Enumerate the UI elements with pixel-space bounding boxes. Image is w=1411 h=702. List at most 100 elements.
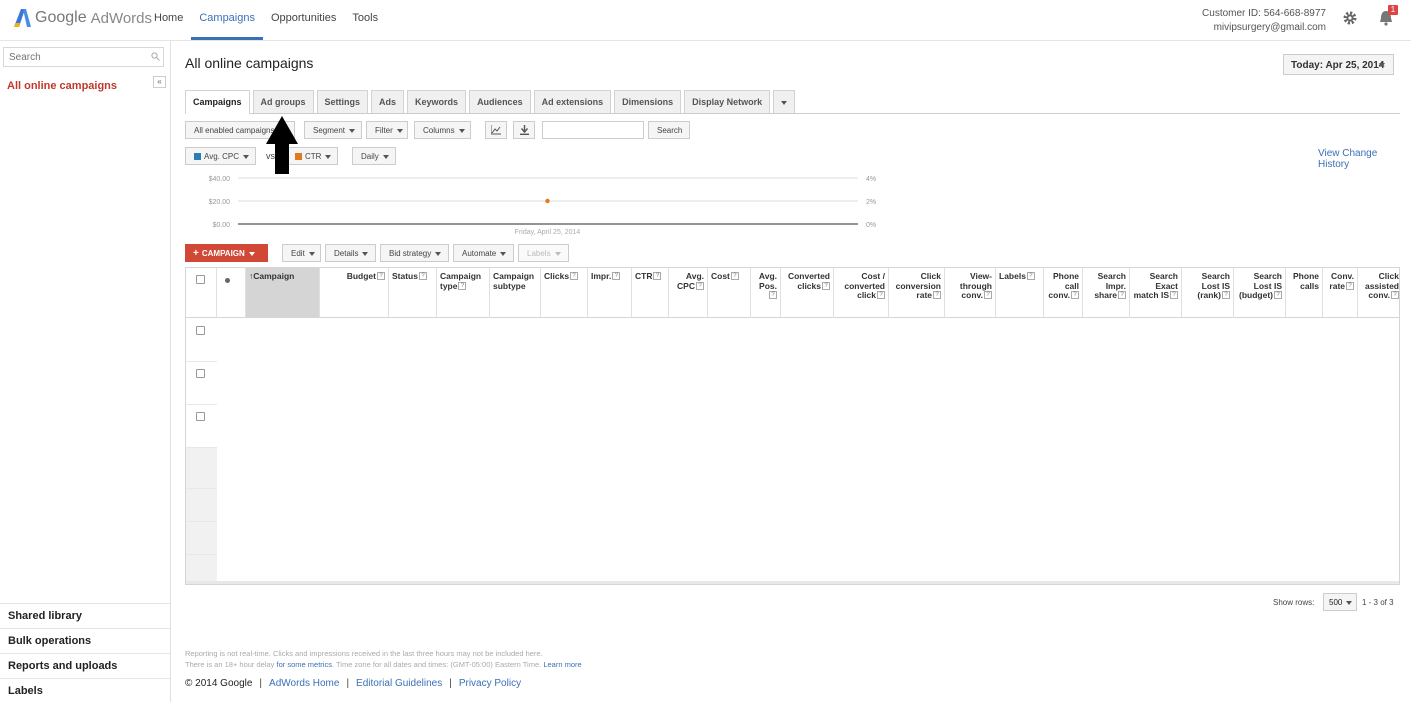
tab-keywords[interactable]: Keywords: [407, 90, 467, 113]
help-icon[interactable]: ?: [933, 291, 941, 299]
column-header-search-lost-is-budget[interactable]: Search Lost IS (budget)?: [1234, 268, 1286, 318]
customer-info[interactable]: Customer ID: 564-668-8977 mivipsurgery@g…: [1202, 7, 1326, 35]
edit-dropdown[interactable]: Edit: [282, 244, 321, 262]
column-header-view-through-conv[interactable]: View-through conv.?: [945, 268, 996, 318]
chart-period-dropdown[interactable]: Daily: [352, 147, 396, 165]
help-icon[interactable]: ?: [418, 272, 427, 280]
labels-dropdown[interactable]: Labels: [518, 244, 569, 262]
column-header-campaign-subtype[interactable]: Campaign subtype: [490, 268, 541, 318]
help-icon[interactable]: ?: [822, 281, 830, 290]
collapse-sidebar-button[interactable]: «: [153, 76, 166, 88]
tab-ads[interactable]: Ads: [371, 90, 405, 113]
help-icon[interactable]: ?: [769, 291, 777, 299]
search-icon[interactable]: [151, 52, 160, 61]
help-icon[interactable]: ?: [1346, 281, 1354, 290]
column-header-conv-rate[interactable]: Conv. rate?: [1323, 268, 1358, 318]
row-checkbox[interactable]: [196, 326, 205, 335]
help-icon[interactable]: ?: [1071, 291, 1079, 299]
segment-dropdown[interactable]: Segment: [304, 121, 362, 139]
column-header-click-assisted-conv[interactable]: Click assisted conv.?: [1358, 268, 1399, 318]
help-icon[interactable]: ?: [570, 272, 579, 280]
help-icon[interactable]: ?: [653, 272, 662, 280]
filter-dropdown[interactable]: Filter: [366, 121, 408, 139]
details-dropdown[interactable]: Details: [325, 244, 376, 262]
learn-more-link[interactable]: Learn more: [543, 660, 581, 669]
some-metrics-link[interactable]: for some metrics: [277, 660, 332, 669]
sidebar-search-input[interactable]: [3, 47, 164, 67]
sidebar-item-all-online-campaigns[interactable]: All online campaigns: [7, 80, 117, 92]
help-icon[interactable]: ?: [877, 291, 885, 299]
columns-dropdown[interactable]: Columns: [414, 121, 471, 139]
tab-ad-groups[interactable]: Ad groups: [252, 90, 314, 113]
bid-strategy-dropdown[interactable]: Bid strategy: [380, 244, 449, 262]
tab-campaigns[interactable]: Campaigns: [185, 90, 250, 114]
footer-separator: |: [449, 678, 452, 689]
column-header-status[interactable]: Status?: [389, 268, 437, 318]
column-header-budget[interactable]: Budget?: [320, 268, 389, 318]
add-campaign-button[interactable]: + CAMPAIGN: [185, 244, 268, 262]
tab-ad-extensions[interactable]: Ad extensions: [533, 90, 612, 113]
table-search-button[interactable]: Search: [648, 121, 690, 139]
view-change-history-link[interactable]: View Change History: [1318, 148, 1411, 170]
date-range-dropdown[interactable]: Today: Apr 25, 2014: [1283, 54, 1394, 75]
tab-settings[interactable]: Settings: [316, 90, 369, 113]
column-header-cost-converted-click[interactable]: Cost / converted click?: [834, 268, 889, 318]
table-search-input[interactable]: [542, 121, 644, 139]
column-header-ctr[interactable]: CTR?: [632, 268, 669, 318]
chart-metric1-dropdown[interactable]: Avg. CPC: [185, 147, 256, 165]
sidebar-item-labels[interactable]: Labels: [0, 678, 170, 702]
adwords-home-link[interactable]: AdWords Home: [269, 678, 339, 689]
row-checkbox[interactable]: [196, 369, 205, 378]
row-checkbox[interactable]: [196, 412, 205, 421]
sidebar-item-shared-library[interactable]: Shared library: [0, 603, 170, 628]
column-header-search-lost-is-rank[interactable]: Search Lost IS (rank)?: [1182, 268, 1234, 318]
sidebar-item-bulk-operations[interactable]: Bulk operations: [0, 628, 170, 653]
column-header-converted-clicks[interactable]: Converted clicks?: [781, 268, 834, 318]
column-header-click-conversion-rate[interactable]: Click conversion rate?: [889, 268, 945, 318]
column-header-avg-pos[interactable]: Avg. Pos.?: [751, 268, 781, 318]
column-header-clicks[interactable]: Clicks?: [541, 268, 588, 318]
help-icon[interactable]: ?: [1170, 291, 1178, 299]
sidebar-item-reports-and-uploads[interactable]: Reports and uploads: [0, 653, 170, 678]
column-header-cost[interactable]: Cost?: [708, 268, 751, 318]
help-icon[interactable]: ?: [696, 281, 704, 290]
help-icon[interactable]: ?: [730, 272, 739, 280]
help-icon[interactable]: ?: [1391, 291, 1399, 299]
help-icon[interactable]: ?: [984, 291, 992, 299]
column-header-impr[interactable]: Impr.?: [588, 268, 632, 318]
tab-dimensions[interactable]: Dimensions: [614, 90, 682, 113]
column-header-search-impr-share[interactable]: Search Impr. share?: [1083, 268, 1130, 318]
tab-display-network[interactable]: Display Network: [684, 90, 771, 113]
select-all-checkbox[interactable]: [196, 275, 205, 284]
help-icon[interactable]: ?: [1118, 291, 1126, 299]
column-header-avg-cpc[interactable]: Avg. CPC?: [669, 268, 708, 318]
column-header-phone-call-conv[interactable]: Phone call conv.?: [1044, 268, 1083, 318]
column-header-search-exact-match-is[interactable]: Search Exact match IS?: [1130, 268, 1182, 318]
download-button[interactable]: [513, 121, 535, 139]
column-header-phone-calls[interactable]: Phone calls: [1286, 268, 1323, 318]
nav-tools[interactable]: Tools: [344, 0, 386, 40]
automate-dropdown[interactable]: Automate: [453, 244, 514, 262]
column-header-campaign-type[interactable]: Campaign type?: [437, 268, 490, 318]
help-icon[interactable]: ?: [377, 272, 385, 280]
nav-opportunities[interactable]: Opportunities: [263, 0, 344, 40]
help-icon[interactable]: ?: [1222, 291, 1230, 299]
column-header-labels[interactable]: Labels?: [996, 268, 1044, 318]
nav-campaigns[interactable]: Campaigns: [191, 0, 263, 40]
help-icon[interactable]: ?: [458, 281, 467, 290]
column-header-campaign[interactable]: ↑Campaign: [246, 268, 320, 318]
help-icon[interactable]: ?: [1026, 272, 1035, 280]
adwords-logo[interactable]: Google AdWords: [12, 8, 152, 28]
table-scrollbar[interactable]: [186, 581, 1399, 584]
help-icon[interactable]: ?: [612, 272, 621, 280]
more-tabs-dropdown[interactable]: [773, 90, 796, 113]
gear-icon[interactable]: [1342, 10, 1358, 26]
privacy-policy-link[interactable]: Privacy Policy: [459, 678, 521, 689]
help-icon[interactable]: ?: [1274, 291, 1282, 299]
graph-toggle-button[interactable]: [485, 121, 507, 139]
chart-data-point[interactable]: [545, 198, 550, 204]
editorial-guidelines-link[interactable]: Editorial Guidelines: [356, 678, 442, 689]
tab-audiences[interactable]: Audiences: [469, 90, 531, 113]
nav-home[interactable]: Home: [146, 0, 191, 40]
rows-per-page-select[interactable]: 500: [1323, 593, 1357, 611]
